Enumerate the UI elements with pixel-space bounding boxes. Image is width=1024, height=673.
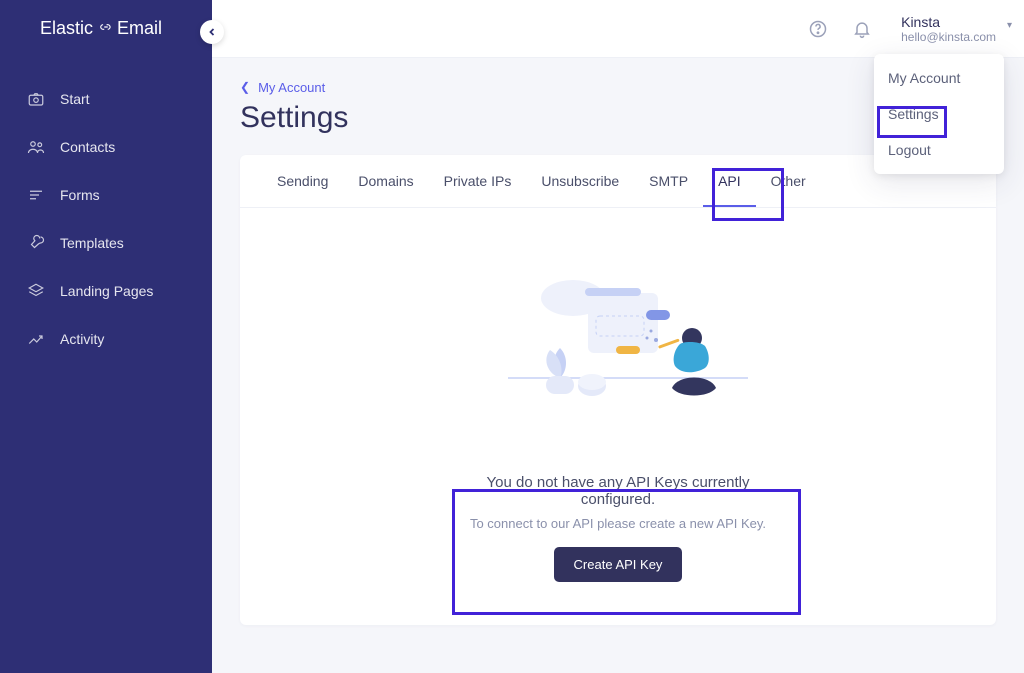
templates-icon [26, 233, 46, 253]
sidebar-item-contacts[interactable]: Contacts [0, 123, 212, 171]
tab-domains[interactable]: Domains [343, 155, 428, 207]
tab-other[interactable]: Other [756, 155, 821, 207]
sidebar-item-label: Start [60, 91, 90, 107]
sidebar-item-label: Templates [60, 235, 124, 251]
sidebar-item-templates[interactable]: Templates [0, 219, 212, 267]
sidebar-item-activity[interactable]: Activity [0, 315, 212, 363]
dropdown-item-settings[interactable]: Settings [874, 96, 1004, 132]
camera-icon [26, 89, 46, 109]
tab-unsubscribe[interactable]: Unsubscribe [526, 155, 634, 207]
sidebar-item-landing-pages[interactable]: Landing Pages [0, 267, 212, 315]
api-empty-title: You do not have any API Keys currently c… [467, 474, 769, 508]
account-menu-trigger[interactable]: Kinsta hello@kinsta.com ▾ [895, 14, 996, 44]
landing-pages-icon [26, 281, 46, 301]
account-email: hello@kinsta.com [901, 30, 996, 44]
topbar: Kinsta hello@kinsta.com ▾ [212, 0, 1024, 58]
help-icon[interactable] [807, 18, 829, 40]
sidebar-item-label: Forms [60, 187, 100, 203]
tab-sending[interactable]: Sending [262, 155, 343, 207]
settings-panel: Sending Domains Private IPs Unsubscribe … [240, 155, 996, 625]
sidebar-nav: Start Contacts Forms Templates Landing P… [0, 67, 212, 371]
sidebar-collapse-button[interactable] [200, 20, 224, 44]
sidebar-item-start[interactable]: Start [0, 75, 212, 123]
sidebar: Elastic Email Start Contacts Forms [0, 0, 212, 673]
create-api-key-button[interactable]: Create API Key [554, 547, 683, 582]
breadcrumb-label: My Account [258, 80, 325, 95]
caret-down-icon: ▾ [1007, 20, 1012, 31]
brand-word-2: Email [117, 18, 162, 39]
empty-state-illustration [240, 208, 996, 438]
link-icon [99, 22, 113, 35]
account-dropdown: My Account Settings Logout [874, 54, 1004, 174]
dropdown-item-logout[interactable]: Logout [874, 132, 1004, 168]
contacts-icon [26, 137, 46, 157]
brand-word-1: Elastic [40, 18, 93, 39]
sidebar-item-forms[interactable]: Forms [0, 171, 212, 219]
api-empty-subtitle: To connect to our API please create a ne… [467, 516, 769, 531]
sidebar-item-label: Contacts [60, 139, 115, 155]
breadcrumb[interactable]: ❮ My Account [240, 80, 325, 95]
bell-icon[interactable] [851, 18, 873, 40]
tab-api[interactable]: API [703, 155, 756, 207]
brand-logo[interactable]: Elastic Email [0, 0, 212, 67]
forms-icon [26, 185, 46, 205]
sidebar-item-label: Activity [60, 331, 104, 347]
sidebar-item-label: Landing Pages [60, 283, 153, 299]
api-empty-state: You do not have any API Keys currently c… [447, 458, 789, 604]
tab-private-ips[interactable]: Private IPs [429, 155, 527, 207]
chevron-left-icon: ❮ [240, 80, 250, 94]
tab-smtp[interactable]: SMTP [634, 155, 703, 207]
account-name: Kinsta [901, 14, 940, 30]
activity-icon [26, 329, 46, 349]
dropdown-item-my-account[interactable]: My Account [874, 60, 1004, 96]
